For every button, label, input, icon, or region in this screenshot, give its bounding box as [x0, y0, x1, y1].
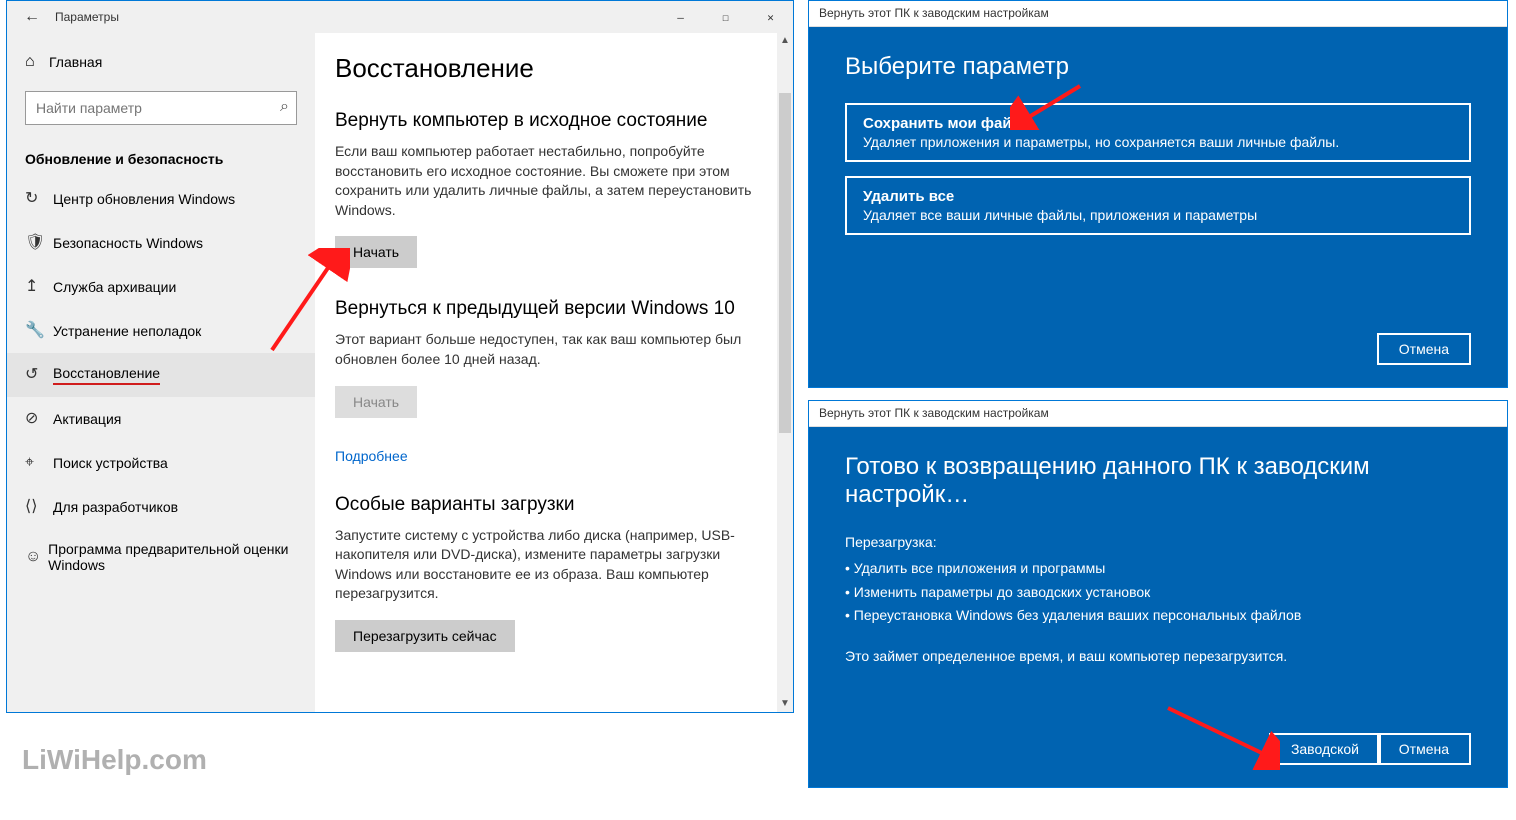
home-nav[interactable]: ⌂ Главная: [7, 45, 315, 79]
nav-activation[interactable]: ⊘ Активация: [7, 397, 315, 441]
list-item: • Изменить параметры до заводских устано…: [845, 581, 1471, 605]
cancel-button[interactable]: Отмена: [1377, 333, 1471, 365]
wrench-icon: 🔧: [25, 323, 53, 339]
key-icon: ⊘: [25, 411, 53, 427]
sidebar: ⌂ Главная ⌕ Обновление и безопасность ↻ …: [7, 33, 315, 712]
reset-start-button[interactable]: Начать: [335, 236, 417, 268]
back-button[interactable]: ←: [17, 8, 47, 26]
nav-update[interactable]: ↻ Центр обновления Windows: [7, 177, 315, 221]
reset-desc: Если ваш компьютер работает нестабильно,…: [335, 142, 763, 220]
nav-label: Активация: [53, 411, 121, 427]
cancel-button[interactable]: Отмена: [1377, 733, 1471, 765]
option-title: Удалить все: [863, 188, 1453, 205]
restart-now-button[interactable]: Перезагрузить сейчас: [335, 620, 515, 652]
locate-icon: ⌖: [25, 455, 53, 471]
nav-label: Служба архивации: [53, 279, 176, 295]
option-desc: Удаляет приложения и параметры, но сохра…: [863, 134, 1453, 150]
page-title: Восстановление: [335, 53, 763, 84]
list-item: • Удалить все приложения и программы: [845, 557, 1471, 581]
sync-icon: ↻: [25, 191, 53, 207]
goback-desc: Этот вариант больше недоступен, так как …: [335, 330, 763, 369]
nav-label: Безопасность Windows: [53, 235, 203, 251]
scroll-thumb[interactable]: [779, 93, 791, 433]
goback-heading: Вернуться к предыдущей версии Windows 10: [335, 298, 763, 320]
goback-start-button: Начать: [335, 386, 417, 418]
advanced-heading: Особые варианты загрузки: [335, 494, 763, 516]
shield-icon: 🛡: [25, 235, 53, 251]
nav-developers[interactable]: ⟨⟩ Для разработчиков: [7, 485, 315, 529]
close-button[interactable]: ✕: [748, 1, 793, 33]
nav-label: Для разработчиков: [53, 499, 178, 515]
option-title: Сохранить мои файлы: [863, 115, 1453, 132]
nav-security[interactable]: 🛡 Безопасность Windows: [7, 221, 315, 265]
reset-dialog-ready: Вернуть этот ПК к заводским настройкам Г…: [808, 400, 1508, 788]
insider-icon: ☺: [25, 549, 48, 565]
reset-dialog-choose: Вернуть этот ПК к заводским настройкам В…: [808, 0, 1508, 388]
backup-icon: ↥: [25, 279, 53, 295]
advanced-desc: Запустите систему с устройства либо диск…: [335, 526, 763, 604]
reset-heading: Вернуть компьютер в исходное состояние: [335, 110, 763, 132]
home-icon: ⌂: [25, 53, 49, 71]
search-input[interactable]: [25, 91, 297, 125]
nav-troubleshoot[interactable]: 🔧 Устранение неполадок: [7, 309, 315, 353]
reset-footer: Это займет определенное время, и ваш ком…: [845, 648, 1471, 664]
nav-label: Центр обновления Windows: [53, 191, 235, 207]
search-icon: ⌕: [280, 98, 289, 116]
nav-label: Программа предварительной оценки Windows: [48, 541, 297, 573]
nav-label: Устранение неполадок: [53, 323, 201, 339]
option-remove-all[interactable]: Удалить все Удаляет все ваши личные файл…: [845, 176, 1471, 235]
code-icon: ⟨⟩: [25, 499, 53, 515]
nav-insider[interactable]: ☺ Программа предварительной оценки Windo…: [7, 529, 315, 585]
list-item: • Переустановка Windows без удаления ваш…: [845, 604, 1471, 628]
section-title: Обновление и безопасность: [7, 137, 315, 177]
nav-label: Поиск устройства: [53, 455, 168, 471]
content-pane: Восстановление Вернуть компьютер в исход…: [315, 33, 793, 712]
option-desc: Удаляет все ваши личные файлы, приложени…: [863, 207, 1453, 223]
window-title: Параметры: [47, 10, 658, 24]
goback-more-link[interactable]: Подробнее: [335, 448, 408, 464]
titlebar: ← Параметры — ☐ ✕: [7, 1, 793, 33]
dialog-title: Вернуть этот ПК к заводским настройкам: [809, 1, 1507, 27]
watermark: LiWiHelp.com: [22, 744, 207, 776]
dialog-title: Вернуть этот ПК к заводским настройкам: [809, 401, 1507, 427]
nav-label: Восстановление: [53, 365, 160, 385]
search-box: ⌕: [25, 91, 297, 125]
factory-button[interactable]: Заводской: [1269, 733, 1381, 765]
recovery-icon: ↺: [25, 367, 53, 383]
nav-recovery[interactable]: ↺ Восстановление: [7, 353, 315, 397]
nav-finddevice[interactable]: ⌖ Поиск устройства: [7, 441, 315, 485]
dialog-heading: Готово к возвращению данного ПК к заводс…: [845, 453, 1471, 509]
dialog-heading: Выберите параметр: [845, 53, 1471, 81]
settings-window: ← Параметры — ☐ ✕ ⌂ Главная ⌕ Обновление…: [6, 0, 794, 713]
list-header: Перезагрузка:: [845, 531, 1471, 555]
nav-backup[interactable]: ↥ Служба архивации: [7, 265, 315, 309]
scrollbar[interactable]: ▲ ▼: [777, 33, 793, 712]
reset-summary: Перезагрузка: • Удалить все приложения и…: [845, 531, 1471, 628]
maximize-button[interactable]: ☐: [703, 1, 748, 33]
minimize-button[interactable]: —: [658, 1, 703, 33]
home-label: Главная: [49, 54, 102, 70]
scroll-up-icon[interactable]: ▲: [777, 33, 793, 49]
option-keep-files[interactable]: Сохранить мои файлы Удаляет приложения и…: [845, 103, 1471, 162]
scroll-down-icon[interactable]: ▼: [777, 696, 793, 712]
